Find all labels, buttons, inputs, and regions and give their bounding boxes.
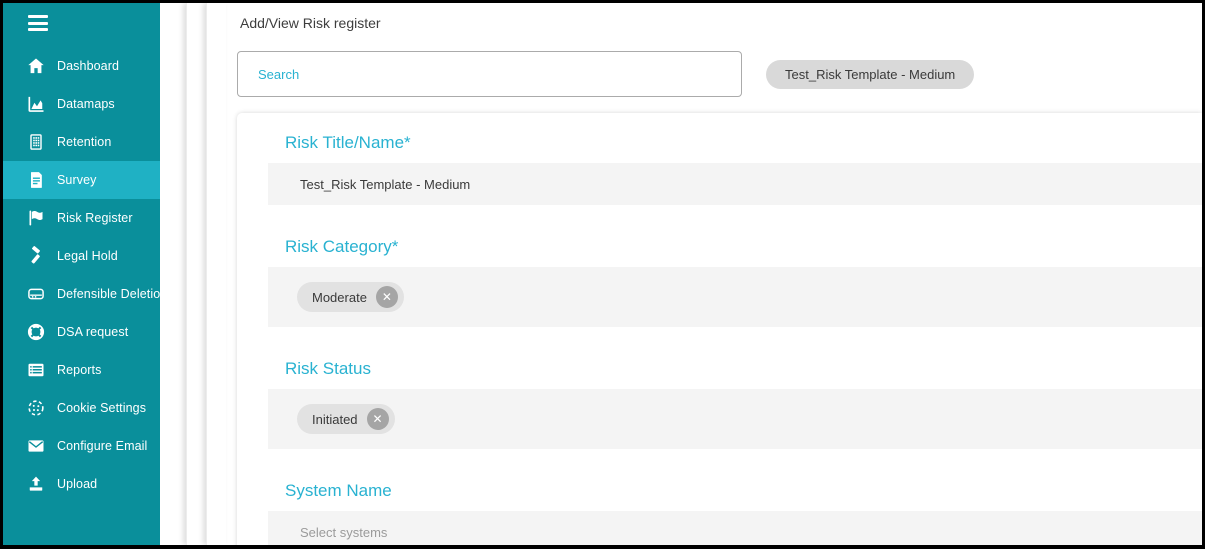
system-name-select[interactable] xyxy=(268,511,1202,545)
upload-icon xyxy=(24,473,48,495)
hamburger-menu-icon[interactable] xyxy=(28,15,48,31)
document-icon xyxy=(24,169,48,191)
chip-label: Initiated xyxy=(312,412,358,427)
sidebar-item-risk-register[interactable]: Risk Register xyxy=(3,199,160,237)
sidebar-item-label: Configure Email xyxy=(57,439,147,453)
sidebar-item-label: Dashboard xyxy=(57,59,119,73)
gavel-icon xyxy=(24,245,48,267)
risk-status-select[interactable]: Initiated ✕ xyxy=(268,389,1202,449)
field-label-risk-status: Risk Status xyxy=(285,359,1202,379)
panel-edge-divider xyxy=(206,3,226,545)
sidebar-item-reports[interactable]: Reports xyxy=(3,351,160,389)
sidebar-item-dashboard[interactable]: Dashboard xyxy=(3,47,160,85)
chip-label: Moderate xyxy=(312,290,367,305)
field-label-risk-category: Risk Category* xyxy=(285,237,1202,257)
search-row: Test_Risk Template - Medium xyxy=(237,51,1202,97)
risk-category-select[interactable]: Moderate ✕ xyxy=(268,267,1202,327)
flag-icon xyxy=(24,207,48,229)
area-chart-icon xyxy=(24,93,48,115)
sidebar-item-legal-hold[interactable]: Legal Hold xyxy=(3,237,160,275)
sidebar-item-label: Survey xyxy=(57,173,97,187)
sidebar-item-label: Risk Register xyxy=(57,211,133,225)
risk-title-input[interactable] xyxy=(268,163,1202,205)
sidebar-item-configure-email[interactable]: Configure Email xyxy=(3,427,160,465)
sidebar-item-label: Retention xyxy=(57,135,111,149)
search-input[interactable] xyxy=(237,51,742,97)
sidebar-item-label: Datamaps xyxy=(57,97,115,111)
drive-icon xyxy=(24,283,48,305)
sidebar: Dashboard Datamaps xyxy=(3,3,160,545)
selected-template-chip[interactable]: Test_Risk Template - Medium xyxy=(766,60,974,89)
envelope-icon xyxy=(24,435,48,457)
sidebar-item-cookie-settings[interactable]: Cookie Settings xyxy=(3,389,160,427)
sidebar-item-label: Reports xyxy=(57,363,101,377)
sidebar-item-datamaps[interactable]: Datamaps xyxy=(3,85,160,123)
life-buoy-icon xyxy=(24,321,48,343)
app-window: Dashboard Datamaps xyxy=(0,0,1205,549)
risk-category-chip: Moderate ✕ xyxy=(297,282,404,312)
sidebar-item-defensible-deletion[interactable]: Defensible Deletion xyxy=(3,275,160,313)
close-icon[interactable]: ✕ xyxy=(367,408,389,430)
cookie-icon xyxy=(24,397,48,419)
form-section-system-name: System Name xyxy=(268,481,1202,545)
form-section-risk-title: Risk Title/Name* xyxy=(268,133,1202,205)
sidebar-item-retention[interactable]: Retention xyxy=(3,123,160,161)
field-label-system-name: System Name xyxy=(285,481,1202,501)
sidebar-item-dsa-request[interactable]: DSA request xyxy=(3,313,160,351)
sidebar-item-label: Upload xyxy=(57,477,97,491)
sidebar-menu: Dashboard Datamaps xyxy=(3,47,160,503)
panel-edge-divider xyxy=(186,3,206,545)
main-panel: Add/View Risk register Test_Risk Templat… xyxy=(237,3,1202,545)
building-icon xyxy=(24,131,48,153)
risk-status-chip: Initiated ✕ xyxy=(297,404,395,434)
selected-template-chip-label: Test_Risk Template - Medium xyxy=(785,67,955,82)
sidebar-item-upload[interactable]: Upload xyxy=(3,465,160,503)
field-label-risk-title: Risk Title/Name* xyxy=(285,133,1202,153)
sidebar-item-survey[interactable]: Survey xyxy=(3,161,160,199)
home-icon xyxy=(24,55,48,77)
page-title: Add/View Risk register xyxy=(240,15,1202,31)
close-icon[interactable]: ✕ xyxy=(376,286,398,308)
content-area: Add/View Risk register Test_Risk Templat… xyxy=(160,3,1202,545)
report-list-icon xyxy=(24,359,48,381)
form-section-risk-category: Risk Category* Moderate ✕ xyxy=(268,237,1202,327)
sidebar-item-label: DSA request xyxy=(57,325,128,339)
form-section-risk-status: Risk Status Initiated ✕ xyxy=(268,359,1202,449)
sidebar-item-label: Defensible Deletion xyxy=(57,287,160,301)
risk-form-card: Risk Title/Name* Risk Category* Moderate… xyxy=(237,113,1202,545)
sidebar-item-label: Cookie Settings xyxy=(57,401,146,415)
sidebar-item-label: Legal Hold xyxy=(57,249,118,263)
